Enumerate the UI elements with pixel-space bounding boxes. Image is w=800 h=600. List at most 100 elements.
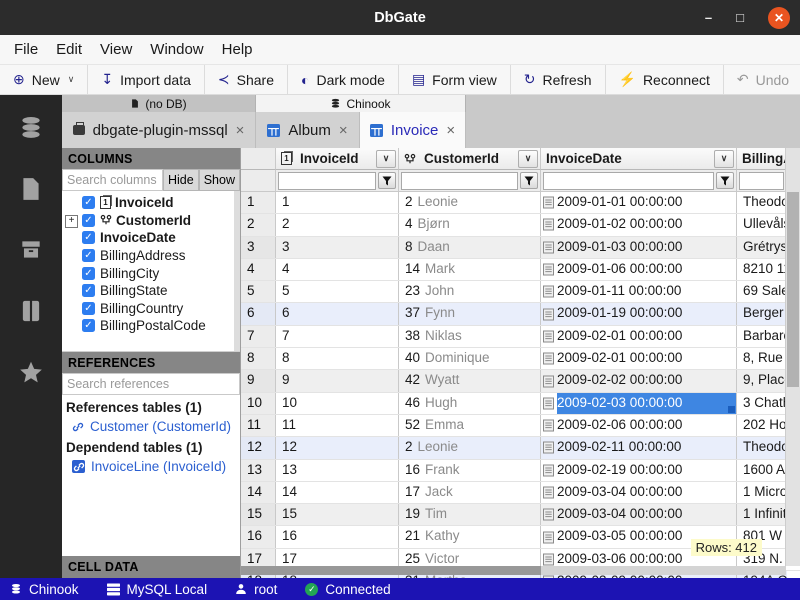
cell-customerid[interactable]: 37 Fynn	[399, 303, 541, 324]
cell-invoicedate[interactable]: 2009-01-02 00:00:00	[541, 214, 737, 235]
cell-invoicedate[interactable]: 2009-02-11 00:00:00	[541, 437, 737, 458]
horizontal-scrollbar[interactable]	[241, 566, 786, 575]
toolbar-dark-mode-button[interactable]: ◐ Dark mode	[288, 65, 399, 94]
row-number[interactable]: 14	[241, 482, 276, 503]
column-menu-chevron-icon[interactable]: ∨	[518, 150, 538, 168]
references-panel-header[interactable]: REFERENCES	[62, 352, 240, 373]
minimize-button[interactable]: –	[705, 11, 712, 24]
cell-invoicedate[interactable]: 2009-01-01 00:00:00	[541, 192, 737, 213]
cell-invoicedate[interactable]: 2009-01-03 00:00:00	[541, 237, 737, 258]
cell-invoiceid[interactable]: 13	[276, 460, 399, 481]
status-user[interactable]: root	[235, 582, 277, 597]
row-number[interactable]: 10	[241, 393, 276, 414]
row-number[interactable]: 12	[241, 437, 276, 458]
horizontal-scrollbar-thumb[interactable]	[241, 566, 541, 575]
cell-data-panel-header[interactable]: CELL DATA	[62, 556, 240, 578]
cell-invoicedate[interactable]: 2009-02-06 00:00:00	[541, 415, 737, 436]
cell-invoicedate[interactable]: 2009-02-01 00:00:00	[541, 326, 737, 347]
toolbar-import-data-button[interactable]: ↧ Import data	[88, 65, 205, 94]
cell-customerid[interactable]: 42 Wyatt	[399, 370, 541, 391]
column-header-invoiceid[interactable]: 1InvoiceId∨	[276, 148, 399, 170]
cell-invoiceid[interactable]: 7	[276, 326, 399, 347]
cell-invoicedate[interactable]: 2009-01-19 00:00:00	[541, 303, 737, 324]
row-number[interactable]: 5	[241, 281, 276, 302]
close-tab-icon[interactable]: ×	[446, 122, 455, 139]
hide-button[interactable]: Hide	[163, 169, 199, 191]
vertical-scrollbar[interactable]	[785, 148, 800, 566]
row-number[interactable]: 8	[241, 348, 276, 369]
status-server[interactable]: MySQL Local	[107, 582, 208, 597]
cell-customerid[interactable]: 14 Mark	[399, 259, 541, 280]
status-connected[interactable]: ✓ Connected	[305, 582, 390, 597]
checkbox-checked[interactable]: ✓	[82, 267, 95, 280]
vertical-scrollbar-thumb[interactable]	[787, 192, 799, 387]
column-item-invoiceid[interactable]: ✓1 InvoiceId	[62, 194, 240, 212]
column-menu-chevron-icon[interactable]: ∨	[714, 150, 734, 168]
cell-invoiceid[interactable]: 4	[276, 259, 399, 280]
cell-billingaddress[interactable]: 9, Place Louis Barthou	[737, 370, 787, 391]
cell-invoicedate[interactable]: 2009-01-11 00:00:00	[541, 281, 737, 302]
toolbar-form-view-button[interactable]: ▤ Form view	[399, 65, 511, 94]
cell-invoiceid[interactable]: 9	[276, 370, 399, 391]
cell-customerid[interactable]: 38 Niklas	[399, 326, 541, 347]
cell-customerid[interactable]: 23 John	[399, 281, 541, 302]
maximize-button[interactable]: □	[736, 11, 744, 24]
cell-billingaddress[interactable]: Theodor-Heuss-Straße 34	[737, 192, 787, 213]
reference-link[interactable]: Customer (CustomerId)	[64, 417, 238, 437]
cell-billingaddress[interactable]: 69 Salem Street	[737, 281, 787, 302]
sidebar-item-star[interactable]	[18, 359, 44, 388]
tab-dbgate-plugin-mssql[interactable]: dbgate-plugin-mssql ×	[62, 112, 256, 148]
cell-invoiceid[interactable]: 11	[276, 415, 399, 436]
cell-invoiceid[interactable]: 14	[276, 482, 399, 503]
cell-invoiceid[interactable]: 2	[276, 214, 399, 235]
column-header-billingaddress[interactable]: BillingAddress	[737, 148, 787, 170]
toolbar-refresh-button[interactable]: ↻ Refresh	[511, 65, 606, 94]
cell-invoicedate[interactable]: 2009-03-04 00:00:00	[541, 504, 737, 525]
cell-customerid[interactable]: 17 Jack	[399, 482, 541, 503]
cell-customerid[interactable]: 52 Emma	[399, 415, 541, 436]
filter-input-billingaddress[interactable]	[739, 172, 784, 190]
row-number[interactable]: 11	[241, 415, 276, 436]
filter-button[interactable]	[520, 172, 538, 189]
cell-billingaddress[interactable]: 1 Microsoft Way	[737, 482, 787, 503]
toolbar-undo-button[interactable]: ↶ Undo	[724, 65, 800, 94]
filter-input-invoiceid[interactable]	[278, 172, 376, 190]
sidebar-item-archive[interactable]	[18, 237, 44, 266]
reference-link[interactable]: InvoiceLine (InvoiceId)	[64, 457, 238, 477]
cell-billingaddress[interactable]: Theodor-Heuss-Straße 34	[737, 437, 787, 458]
cell-billingaddress[interactable]: Berger Straße 10	[737, 303, 787, 324]
cell-invoiceid[interactable]: 10	[276, 393, 399, 414]
checkbox-checked[interactable]: ✓	[82, 231, 95, 244]
menu-view[interactable]: View	[91, 41, 141, 58]
selection-handle[interactable]	[728, 406, 735, 413]
toolbar-reconnect-button[interactable]: ⚡ Reconnect	[606, 65, 724, 94]
cell-invoicedate[interactable]: 2009-02-02 00:00:00	[541, 370, 737, 391]
cell-customerid[interactable]: 46 Hugh	[399, 393, 541, 414]
search-columns-input[interactable]	[62, 169, 163, 191]
cell-customerid[interactable]: 40 Dominique	[399, 348, 541, 369]
row-number[interactable]: 3	[241, 237, 276, 258]
filter-button[interactable]	[716, 172, 734, 189]
cell-billingaddress[interactable]: 1600 Amphitheatre Parkway	[737, 460, 787, 481]
column-item-invoicedate[interactable]: ✓ InvoiceDate	[62, 229, 240, 247]
sidebar-item-database[interactable]	[18, 115, 44, 144]
sidebar-item-book[interactable]	[18, 298, 44, 327]
cell-customerid[interactable]: 16 Frank	[399, 460, 541, 481]
cell-billingaddress[interactable]: Barbarossastraße 19	[737, 326, 787, 347]
column-menu-chevron-icon[interactable]: ∨	[376, 150, 396, 168]
column-item-billingcity[interactable]: ✓ BillingCity	[62, 264, 240, 282]
cell-customerid[interactable]: 4 Bjørn	[399, 214, 541, 235]
close-tab-icon[interactable]: ×	[339, 122, 348, 139]
row-number[interactable]: 4	[241, 259, 276, 280]
cell-invoicedate[interactable]: 2009-02-19 00:00:00	[541, 460, 737, 481]
row-number[interactable]: 1	[241, 192, 276, 213]
row-number[interactable]: 2	[241, 214, 276, 235]
column-header-invoicedate[interactable]: InvoiceDate∨	[541, 148, 737, 170]
column-item-billingstate[interactable]: ✓ BillingState	[62, 282, 240, 300]
cell-invoiceid[interactable]: 1	[276, 192, 399, 213]
status-database[interactable]: Chinook	[10, 582, 79, 597]
checkbox-checked[interactable]: ✓	[82, 214, 95, 227]
close-tab-icon[interactable]: ×	[236, 122, 245, 139]
cell-billingaddress[interactable]: 202 Hoxton Street	[737, 415, 787, 436]
row-number[interactable]: 9	[241, 370, 276, 391]
